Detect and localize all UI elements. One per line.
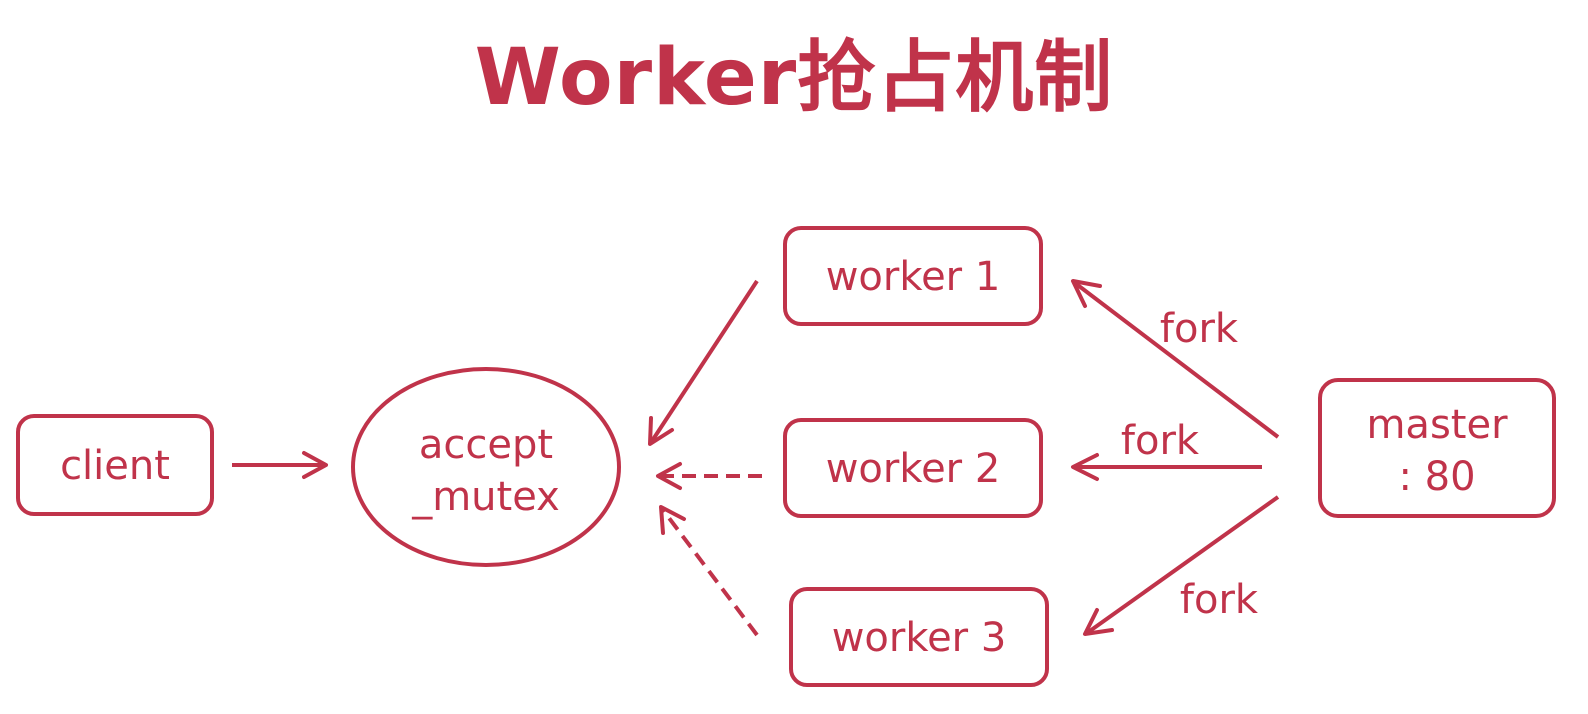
edge-master-to-worker3: fork (1083, 495, 1280, 636)
diagram-canvas: Worker抢占机制 client accept _mutex worker 1… (0, 0, 1588, 714)
edge-master-to-worker1-label: fork (1160, 306, 1239, 352)
edge-worker2-to-mutex (656, 462, 762, 490)
client-label: client (60, 443, 170, 489)
edge-master-to-worker2-label: fork (1121, 418, 1200, 464)
master-node: master : 80 (1318, 378, 1556, 518)
accept-mutex-label-line2: _mutex (411, 474, 560, 520)
accept-mutex-label-line1: accept (419, 422, 553, 468)
edge-worker1-to-mutex (648, 279, 759, 446)
edge-master-to-worker1: fork (1071, 279, 1280, 439)
edge-worker1-to-mutex-arrowhead (648, 416, 674, 446)
worker3-label: worker 3 (832, 615, 1007, 661)
worker2-label: worker 2 (826, 446, 1001, 492)
master-label-line1: master (1366, 402, 1508, 448)
worker1-label: worker 1 (826, 254, 1001, 300)
edge-client-to-mutex (232, 451, 328, 479)
worker2-node: worker 2 (783, 418, 1043, 518)
flow-diagram: client accept _mutex worker 1 worker 2 w… (16, 226, 1556, 687)
edge-worker3-to-mutex (659, 505, 759, 637)
worker1-node: worker 1 (783, 226, 1043, 326)
edge-worker1-to-mutex-line (650, 279, 759, 443)
edge-worker3-to-mutex-line (661, 508, 759, 637)
client-node: client (16, 414, 214, 516)
edge-master-to-worker3-label: fork (1180, 577, 1259, 623)
edge-master-to-worker2: fork (1071, 418, 1262, 481)
accept-mutex-node: accept _mutex (351, 367, 621, 567)
master-label-line2: : 80 (1398, 454, 1475, 500)
worker3-node: worker 3 (789, 587, 1049, 687)
